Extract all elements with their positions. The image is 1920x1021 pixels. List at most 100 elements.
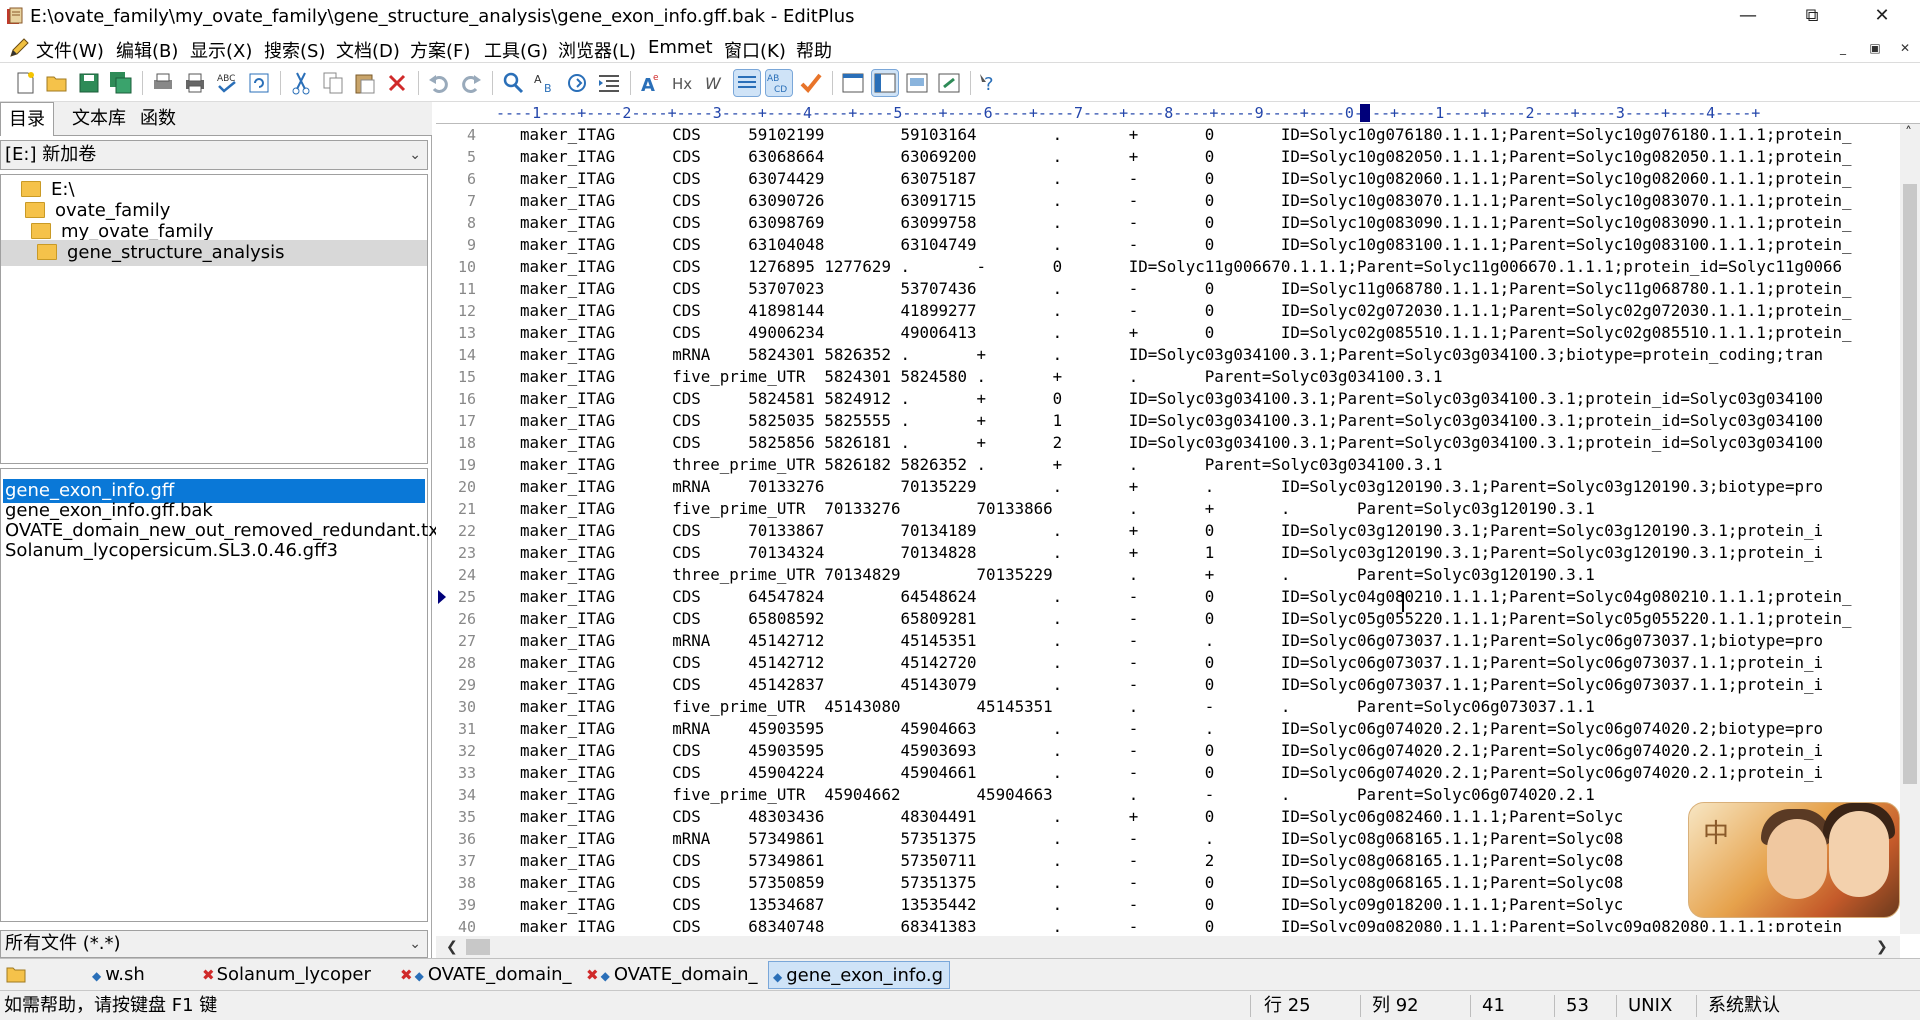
code-line[interactable]: maker_ITAG CDS 41898144 41899277 . - 0 I… <box>482 300 1852 322</box>
find-icon[interactable] <box>500 70 526 96</box>
mdi-restore-button[interactable]: ▣ <box>1866 40 1884 56</box>
code-line[interactable]: maker_ITAG mRNA 45903595 45904663 . - . … <box>482 718 1823 740</box>
code-line[interactable]: maker_ITAG CDS 48303436 48304491 . + 0 I… <box>482 806 1623 828</box>
code-line[interactable]: maker_ITAG CDS 70133867 70134189 . + 0 I… <box>482 520 1823 542</box>
code-line[interactable]: maker_ITAG CDS 49006234 49006413 . + 0 I… <box>482 322 1852 344</box>
doc-tab[interactable]: ✖ ◆ OVATE_domain_ <box>396 961 586 989</box>
menu-window[interactable]: 窗口(K) <box>724 37 786 63</box>
vertical-scroll-thumb[interactable] <box>1903 184 1917 784</box>
code-line[interactable]: maker_ITAG CDS 45904224 45904661 . - 0 I… <box>482 762 1823 784</box>
code-line[interactable]: maker_ITAG CDS 64547824 64548624 . - 0 I… <box>482 586 1852 608</box>
code-line[interactable]: maker_ITAG CDS 63090726 63091715 . - 0 I… <box>482 190 1852 212</box>
code-line[interactable]: maker_ITAG CDS 5825856 5826181 . + 2 ID=… <box>482 432 1823 454</box>
close-button[interactable]: ✕ <box>1858 0 1906 34</box>
file-item[interactable]: Solanum_lycopersicum.SL3.0.46.gff3 <box>3 539 338 563</box>
close-tab-icon[interactable]: ✖ <box>202 966 215 984</box>
indent-icon[interactable] <box>596 70 622 96</box>
code-line[interactable]: maker_ITAG CDS 57349861 57350711 . - 2 I… <box>482 850 1623 872</box>
code-line[interactable]: maker_ITAG CDS 65808592 65809281 . - 0 I… <box>482 608 1852 630</box>
code-line[interactable]: maker_ITAG mRNA 70133276 70135229 . + . … <box>482 476 1823 498</box>
code-line[interactable]: maker_ITAG mRNA 45142712 45145351 . - . … <box>482 630 1823 652</box>
undo-icon[interactable] <box>426 70 452 96</box>
print-preview-icon[interactable] <box>150 70 176 96</box>
menu-edit[interactable]: 编辑(B) <box>116 37 178 63</box>
vertical-scrollbar[interactable]: ˄ <box>1900 124 1920 934</box>
ime-floating-widget[interactable]: 中 <box>1688 802 1900 918</box>
scroll-right-icon[interactable]: ❯ <box>1876 936 1888 958</box>
replace-icon[interactable]: AB <box>532 70 558 96</box>
menu-search[interactable]: 搜索(S) <box>264 37 325 63</box>
view3-icon[interactable] <box>904 70 930 96</box>
scroll-up-icon[interactable]: ˄ <box>1905 122 1912 144</box>
menu-document[interactable]: 文档(D) <box>336 37 400 63</box>
spellcheck-icon[interactable]: ABC <box>214 70 240 96</box>
code-line[interactable]: maker_ITAG three_prime_UTR 5826182 58263… <box>482 454 1443 476</box>
refresh-icon[interactable] <box>246 70 272 96</box>
file-filter-select[interactable]: 所有文件 (*.*) ⌄ <box>0 930 428 958</box>
tree-node-gene-structure-analysis[interactable]: gene_structure_analysis <box>1 240 427 266</box>
print-icon[interactable] <box>182 70 208 96</box>
check-icon[interactable] <box>798 70 824 96</box>
code-line[interactable]: maker_ITAG five_prime_UTR 70133276 70133… <box>482 498 1595 520</box>
close-tab-icon[interactable]: ✖ <box>400 966 413 984</box>
status-line-ending[interactable]: UNIX <box>1628 991 1672 1021</box>
code-line[interactable]: maker_ITAG CDS 63098769 63099758 . - 0 I… <box>482 212 1852 234</box>
code-line[interactable]: maker_ITAG CDS 45142712 45142720 . - 0 I… <box>482 652 1823 674</box>
save-all-icon[interactable] <box>108 70 134 96</box>
code-line[interactable]: maker_ITAG CDS 53707023 53707436 . - 0 I… <box>482 278 1852 300</box>
code-line[interactable]: maker_ITAG CDS 63074429 63075187 . - 0 I… <box>482 168 1852 190</box>
code-line[interactable]: maker_ITAG CDS 45142837 45143079 . - 0 I… <box>482 674 1823 696</box>
doc-tab[interactable]: ◆ w.sh <box>88 961 198 989</box>
menu-view[interactable]: 显示(X) <box>190 37 252 63</box>
open-icon[interactable] <box>44 70 70 96</box>
horizontal-scrollbar[interactable]: ❮ ❯ <box>436 936 1900 958</box>
font-icon[interactable]: Ae <box>638 70 664 96</box>
restore-button[interactable]: ⧉ <box>1788 0 1836 34</box>
menu-tools[interactable]: 工具(G) <box>484 37 548 63</box>
status-encoding[interactable]: 系统默认 <box>1708 991 1780 1021</box>
code-line[interactable]: maker_ITAG CDS 13534687 13535442 . - 0 I… <box>482 894 1623 916</box>
code-line[interactable]: maker_ITAG CDS 57350859 57351375 . - 0 I… <box>482 872 1623 894</box>
tab-directory[interactable]: 目录 <box>0 102 54 136</box>
code-line[interactable]: maker_ITAG CDS 59102199 59103164 . + 0 I… <box>482 124 1852 146</box>
code-line[interactable]: maker_ITAG five_prime_UTR 5824301 582458… <box>482 366 1443 388</box>
code-line[interactable]: maker_ITAG CDS 63104048 63104749 . - 0 I… <box>482 234 1852 256</box>
goto-icon[interactable] <box>564 70 590 96</box>
code-line[interactable]: maker_ITAG mRNA 5824301 5826352 . + . ID… <box>482 344 1823 366</box>
view1-icon[interactable] <box>840 70 866 96</box>
editor-text[interactable]: maker_ITAG CDS 59102199 59103164 . + 0 I… <box>482 124 1892 932</box>
code-line[interactable]: maker_ITAG mRNA 57349861 57351375 . - . … <box>482 828 1623 850</box>
close-tab-icon[interactable]: ✖ <box>586 966 599 984</box>
drive-select[interactable]: [E:] 新加卷 ⌄ <box>0 140 428 170</box>
tab-functions[interactable]: 函数 <box>132 102 184 136</box>
code-line[interactable]: maker_ITAG CDS 70134324 70134828 . + 1 I… <box>482 542 1823 564</box>
abc-icon[interactable]: ABCD <box>765 69 793 97</box>
horizontal-scroll-thumb[interactable] <box>466 939 490 955</box>
mdi-minimize-button[interactable]: _ <box>1834 40 1852 56</box>
minimize-button[interactable]: — <box>1724 0 1772 34</box>
doc-tab-active[interactable]: ◆ gene_exon_info.g <box>768 961 950 989</box>
help-icon[interactable]: ? <box>978 70 1004 96</box>
menu-file[interactable]: 文件(W) <box>36 37 104 63</box>
cut-icon[interactable] <box>288 70 314 96</box>
tab-cliptext[interactable]: 文本库 <box>64 102 134 136</box>
heading-icon[interactable]: Hx <box>670 70 696 96</box>
save-icon[interactable] <box>76 70 102 96</box>
wordwrap-icon[interactable]: W <box>702 70 728 96</box>
view2-icon[interactable] <box>871 69 899 97</box>
line-numbers-icon[interactable] <box>733 69 761 97</box>
menu-emmet[interactable]: Emmet <box>648 37 713 58</box>
mdi-close-button[interactable]: ✕ <box>1896 40 1914 56</box>
delete-icon[interactable] <box>384 70 410 96</box>
view4-icon[interactable] <box>936 70 962 96</box>
code-line[interactable]: maker_ITAG CDS 1276895 1277629 . - 0 ID=… <box>482 256 1842 278</box>
copy-icon[interactable] <box>320 70 346 96</box>
code-line[interactable]: maker_ITAG five_prime_UTR 45143080 45145… <box>482 696 1595 718</box>
doc-tab[interactable]: ✖ ◆ OVATE_domain_ <box>582 961 770 989</box>
new-file-icon[interactable] <box>12 70 38 96</box>
code-line[interactable]: maker_ITAG five_prime_UTR 45904662 45904… <box>482 784 1595 806</box>
scroll-left-icon[interactable]: ❮ <box>446 936 458 958</box>
code-line[interactable]: maker_ITAG three_prime_UTR 70134829 7013… <box>482 564 1595 586</box>
menu-help[interactable]: 帮助 <box>796 37 832 63</box>
menu-project[interactable]: 方案(F) <box>410 37 470 63</box>
